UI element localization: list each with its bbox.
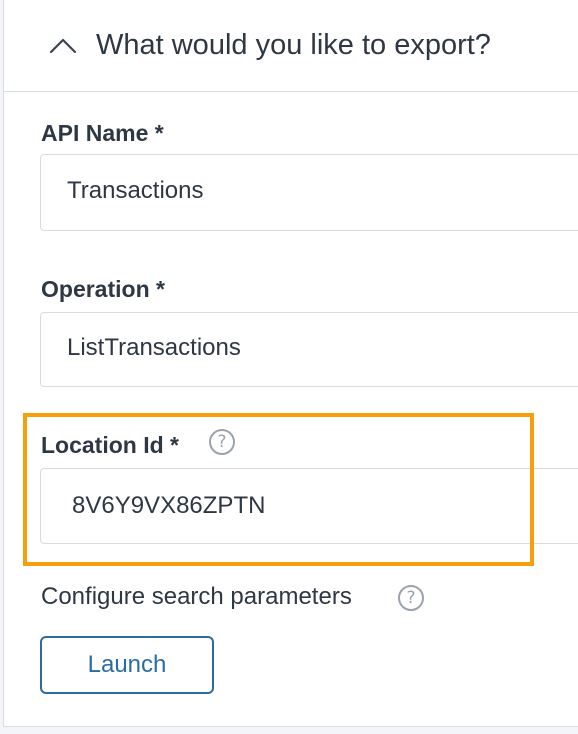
location-id-highlight <box>23 413 534 566</box>
configure-search-parameters-text: Configure search parameters <box>41 583 352 610</box>
configure-search-help-icon[interactable]: ? <box>398 585 424 611</box>
export-panel: What would you like to export? API Name … <box>3 0 578 727</box>
launch-button[interactable]: Launch <box>40 636 214 694</box>
operation-value: ListTransactions <box>67 334 241 361</box>
operation-field[interactable]: ListTransactions <box>40 312 578 387</box>
api-name-label: API Name * <box>41 120 164 146</box>
section-title: What would you like to export? <box>96 29 491 61</box>
operation-label: Operation * <box>41 276 165 302</box>
chevron-up-icon[interactable] <box>48 32 78 58</box>
export-section-header[interactable]: What would you like to export? <box>4 0 578 92</box>
api-name-value: Transactions <box>67 177 204 204</box>
api-name-field[interactable]: Transactions <box>40 154 578 231</box>
